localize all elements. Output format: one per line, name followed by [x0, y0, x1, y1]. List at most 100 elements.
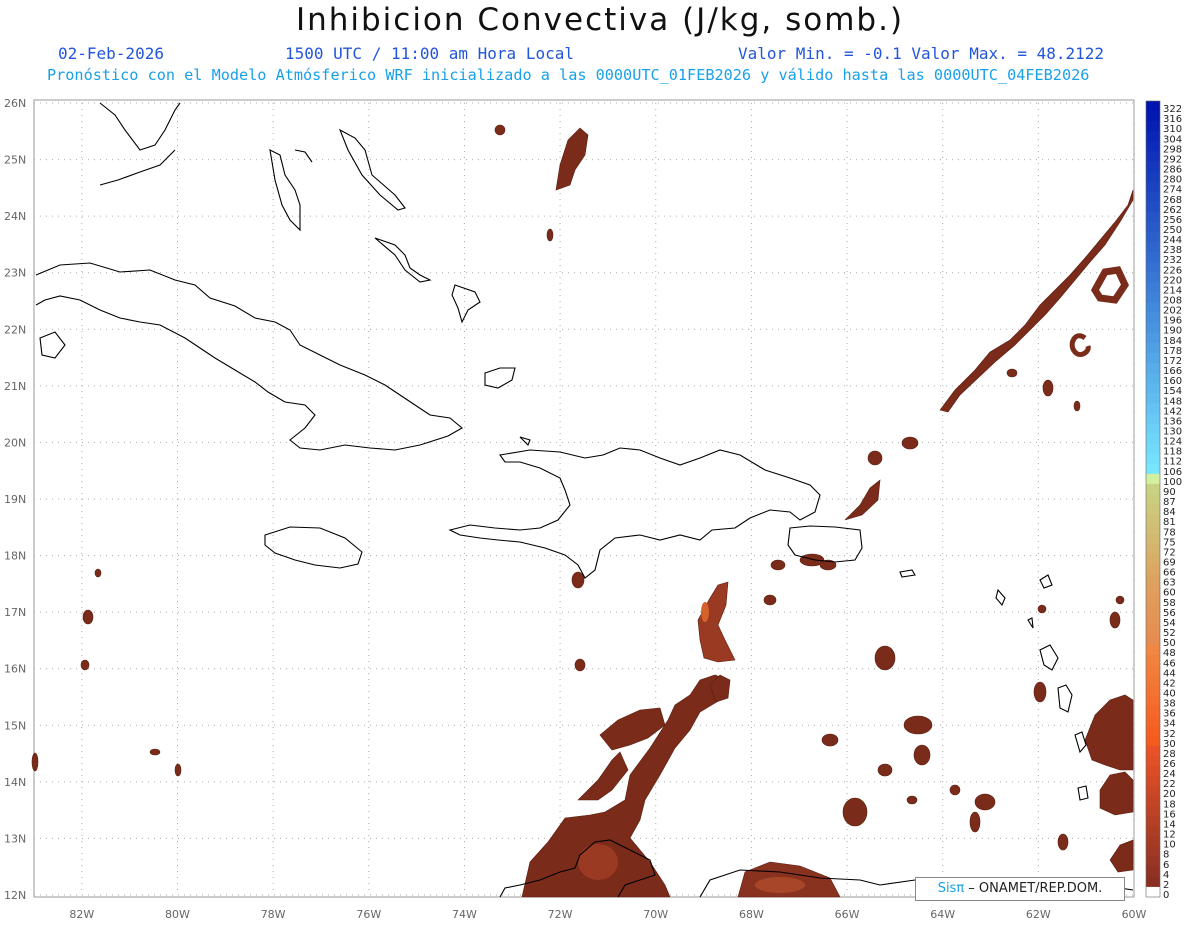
plot-frame	[33, 99, 1135, 898]
colorbar-swatch	[1146, 836, 1160, 848]
colorbar-swatch	[1146, 493, 1160, 505]
colorbar-swatch	[1146, 544, 1160, 555]
colorbar-swatch	[1146, 524, 1160, 535]
colorbar-swatch	[1146, 171, 1160, 183]
lat-tick-label: 22N	[4, 323, 26, 336]
credit-org: – ONAMET/REP.DOM.	[964, 881, 1103, 896]
lon-tick-label: 60W	[1122, 908, 1147, 921]
colorbar-swatch	[1146, 695, 1160, 707]
lat-tick-label: 19N	[4, 493, 26, 506]
lon-tick-label: 78W	[261, 908, 286, 921]
lat-tick-label: 14N	[4, 776, 26, 789]
colorbar-swatch	[1146, 322, 1160, 334]
colorbar-swatch	[1146, 362, 1160, 374]
colorbar-swatch	[1146, 282, 1160, 293]
colorbar-swatch	[1146, 554, 1160, 565]
colorbar-swatch	[1146, 332, 1160, 344]
colorbar-swatch	[1146, 483, 1160, 495]
lat-tick-label: 26N	[4, 97, 26, 110]
lat-tick-label: 25N	[4, 154, 26, 167]
map-canvas: 26N 25N 24N 23N 22N 21N 20N 19N 18N 17N 16N 15N 14N 1…	[4, 97, 1182, 921]
colorbar-swatch	[1146, 302, 1160, 314]
colorbar-swatch	[1146, 665, 1160, 676]
lat-tick-label: 21N	[4, 380, 26, 393]
colorbar-swatch	[1146, 856, 1160, 868]
lon-tick-label: 80W	[165, 908, 190, 921]
colorbar-swatch	[1146, 453, 1160, 465]
colorbar-swatch	[1146, 574, 1160, 586]
colorbar-swatch	[1146, 262, 1160, 273]
colorbar-swatch	[1146, 594, 1160, 606]
colorbar-label: 0	[1163, 890, 1169, 901]
lon-tick-label: 70W	[643, 908, 668, 921]
colorbar-swatch	[1146, 655, 1160, 666]
colorbar-swatch	[1146, 766, 1160, 777]
colorbar-swatch	[1146, 645, 1160, 656]
colorbar-swatch	[1146, 151, 1160, 162]
lat-tick-label: 18N	[4, 550, 26, 563]
colorbar-swatch	[1146, 564, 1160, 576]
lat-tick-label: 24N	[4, 210, 26, 223]
lat-tick-label: 12N	[4, 889, 26, 902]
colorbar: 3223163103042982922862802742682622562502…	[1145, 100, 1182, 901]
colorbar-swatch	[1146, 383, 1160, 394]
colorbar-swatch	[1146, 876, 1160, 888]
colorbar-swatch	[1146, 796, 1160, 807]
colorbar-swatch	[1146, 675, 1160, 686]
lat-tick-label: 23N	[4, 267, 26, 280]
lat-tick-label: 20N	[4, 436, 26, 449]
colorbar-swatch	[1146, 776, 1160, 787]
lon-tick-label: 82W	[69, 908, 94, 921]
colorbar-swatch	[1146, 211, 1160, 223]
colorbar-swatch	[1146, 201, 1160, 213]
colorbar-swatch	[1146, 514, 1160, 525]
colorbar-swatch	[1146, 624, 1160, 636]
colorbar-swatch	[1146, 725, 1160, 737]
lat-tick-label: 17N	[4, 606, 26, 619]
colorbar-swatch	[1146, 534, 1160, 545]
colorbar-swatch	[1146, 191, 1160, 203]
colorbar-swatch	[1146, 181, 1160, 193]
colorbar-swatch	[1146, 433, 1160, 445]
colorbar-swatch	[1146, 685, 1160, 696]
colorbar-swatch	[1146, 584, 1160, 596]
colorbar-swatch	[1146, 292, 1160, 304]
colorbar-swatch	[1146, 393, 1160, 404]
colorbar-swatch	[1146, 806, 1160, 817]
colorbar-swatch	[1146, 735, 1160, 747]
colorbar-swatch	[1146, 342, 1160, 354]
colorbar-swatch	[1146, 121, 1160, 132]
colorbar-swatch	[1146, 101, 1160, 112]
colorbar-swatch	[1146, 816, 1160, 827]
colorbar-swatch	[1146, 423, 1160, 435]
lon-tick-label: 64W	[930, 908, 955, 921]
colorbar-swatch	[1146, 231, 1160, 243]
lat-tick-label: 13N	[4, 832, 26, 845]
colorbar-swatch	[1146, 252, 1160, 263]
colorbar-swatch	[1146, 715, 1160, 727]
colorbar-swatch	[1146, 111, 1160, 122]
colorbar-swatch	[1146, 826, 1160, 838]
colorbar-swatch	[1146, 352, 1160, 364]
colorbar-swatch	[1146, 272, 1160, 283]
lon-tick-label: 66W	[835, 908, 860, 921]
sispi-logo-text: Sisπ	[937, 881, 965, 896]
colorbar-swatch	[1146, 786, 1160, 797]
colorbar-swatch	[1146, 403, 1160, 414]
colorbar-swatch	[1146, 846, 1160, 858]
colorbar-swatch	[1146, 635, 1160, 646]
colorbar-swatch	[1146, 473, 1160, 485]
colorbar-swatch	[1146, 886, 1160, 898]
credit-box: Sisπ – ONAMET/REP.DOM.	[915, 877, 1125, 901]
colorbar-swatch	[1146, 312, 1160, 324]
colorbar-swatch	[1146, 463, 1160, 475]
colorbar-swatch	[1146, 413, 1160, 424]
colorbar-swatch	[1146, 221, 1160, 233]
colorbar-swatch	[1146, 161, 1160, 173]
lon-tick-label: 62W	[1026, 908, 1051, 921]
lon-tick-label: 68W	[739, 908, 764, 921]
lat-tick-label: 15N	[4, 719, 26, 732]
lon-tick-label: 74W	[452, 908, 477, 921]
colorbar-swatch	[1146, 866, 1160, 878]
lon-tick-label: 72W	[548, 908, 573, 921]
